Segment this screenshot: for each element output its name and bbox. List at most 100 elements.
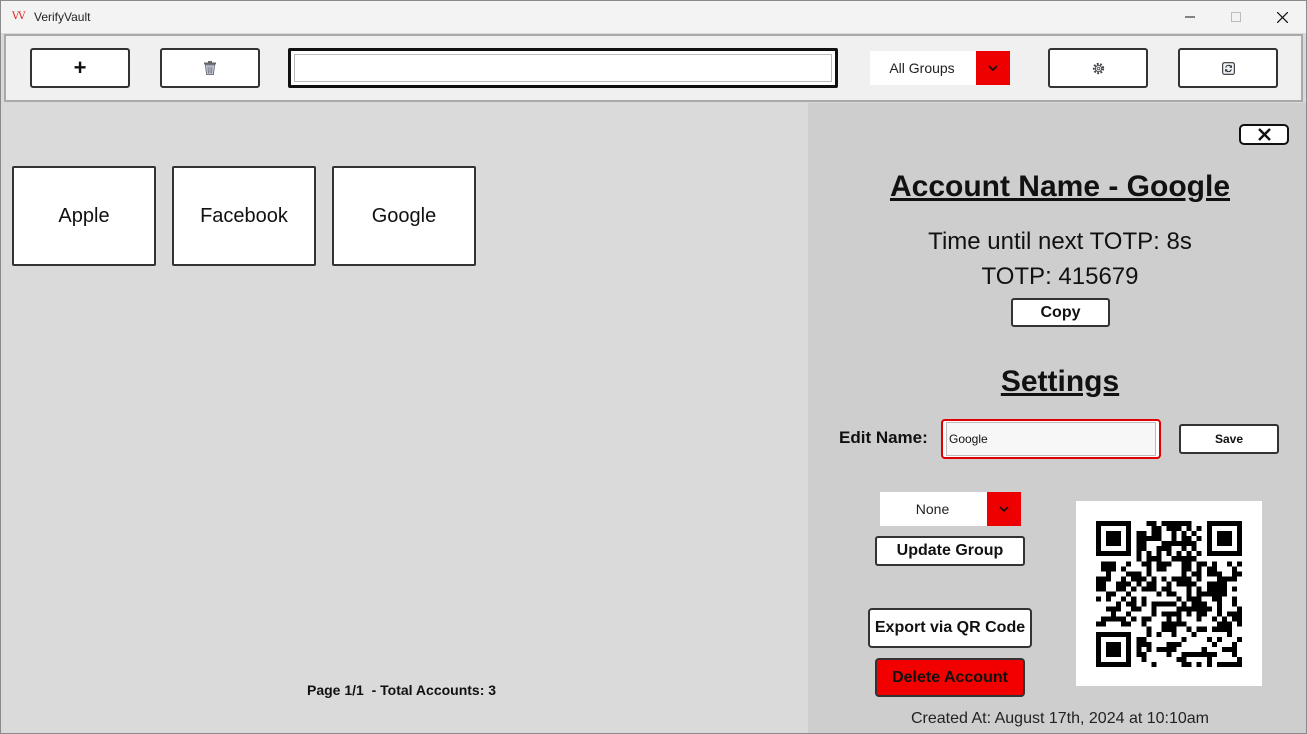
qr-module [1111, 561, 1117, 567]
qr-module [1211, 521, 1217, 527]
qr-module [1176, 521, 1182, 527]
minimize-icon [1185, 16, 1195, 18]
qr-module [1226, 611, 1232, 617]
qr-module [1116, 521, 1122, 527]
qr-module [1171, 576, 1177, 582]
qr-module [1101, 521, 1107, 527]
qr-module [1236, 526, 1242, 532]
qr-module [1146, 556, 1152, 562]
add-account-button[interactable]: + [30, 48, 130, 88]
delete-account-button[interactable]: Delete Account [875, 658, 1025, 697]
qr-module [1126, 611, 1132, 617]
qr-module [1186, 651, 1192, 657]
settings-button[interactable] [1048, 48, 1148, 88]
group-filter-select[interactable]: All Groups [870, 51, 1010, 85]
account-group-select[interactable]: None [880, 492, 1021, 526]
qr-module [1181, 621, 1187, 627]
qr-module [1176, 611, 1182, 617]
qr-module [1221, 581, 1227, 587]
qr-module [1236, 606, 1242, 612]
qr-module [1116, 646, 1122, 652]
qr-module [1136, 636, 1142, 642]
qr-module [1181, 656, 1187, 662]
qr-module [1141, 651, 1147, 657]
qr-module [1211, 581, 1217, 587]
qr-module [1136, 641, 1142, 647]
qr-module [1186, 576, 1192, 582]
qr-module [1216, 531, 1222, 537]
qr-module [1161, 561, 1167, 567]
qr-module [1176, 606, 1182, 612]
qr-module [1166, 621, 1172, 627]
account-detail-panel: Account Name - Google Time until next TO… [808, 103, 1306, 733]
qr-module [1166, 581, 1172, 587]
qr-module [1136, 551, 1142, 557]
qr-module [1121, 621, 1127, 627]
qr-module [1166, 616, 1172, 622]
created-at: Created At: August 17th, 2024 at 10:10am [911, 710, 1209, 727]
qr-module [1111, 641, 1117, 647]
qr-module [1136, 531, 1142, 537]
qr-module [1201, 561, 1207, 567]
qr-module [1096, 541, 1102, 547]
update-group-button[interactable]: Update Group [875, 536, 1025, 566]
qr-module [1131, 606, 1137, 612]
qr-module [1186, 566, 1192, 572]
export-qr-button[interactable]: Export via QR Code [868, 608, 1032, 648]
qr-module [1171, 641, 1177, 647]
qr-module [1181, 581, 1187, 587]
edit-name-input[interactable]: Google [941, 419, 1161, 459]
qr-module [1151, 526, 1157, 532]
qr-module [1226, 646, 1232, 652]
qr-module [1206, 536, 1212, 542]
maximize-button[interactable] [1213, 1, 1259, 33]
search-input[interactable] [288, 48, 838, 88]
account-card-apple[interactable]: Apple [12, 166, 156, 266]
close-panel-button[interactable] [1239, 124, 1289, 145]
save-button[interactable]: Save [1179, 424, 1279, 454]
account-card-facebook[interactable]: Facebook [172, 166, 316, 266]
edit-name-field[interactable]: Google [946, 422, 1156, 456]
qr-module [1186, 661, 1192, 667]
group-filter-dropdown-button[interactable] [976, 51, 1010, 85]
copy-button[interactable]: Copy [1011, 298, 1110, 327]
account-group-dropdown-button[interactable] [987, 492, 1021, 526]
account-card-google[interactable]: Google [332, 166, 476, 266]
qr-module [1146, 581, 1152, 587]
qr-module [1201, 626, 1207, 632]
qr-module [1221, 626, 1227, 632]
qr-module [1101, 661, 1107, 667]
qr-module [1191, 596, 1197, 602]
qr-module [1096, 661, 1102, 667]
refresh-button[interactable] [1178, 48, 1278, 88]
qr-module [1171, 536, 1177, 542]
qr-module [1216, 586, 1222, 592]
qr-module [1156, 591, 1162, 597]
qr-module [1101, 551, 1107, 557]
search-field[interactable] [294, 54, 832, 82]
account-title: Account Name - Google [889, 170, 1231, 203]
toolbar: + All Groups [4, 34, 1303, 102]
title-bar: VV VerifyVault [1, 1, 1306, 33]
qr-module [1206, 636, 1212, 642]
delete-button[interactable] [160, 48, 260, 88]
qr-module [1111, 591, 1117, 597]
qr-module [1196, 661, 1202, 667]
close-window-button[interactable] [1259, 1, 1305, 33]
qr-module [1231, 551, 1237, 557]
qr-module [1156, 631, 1162, 637]
qr-code [1076, 501, 1262, 686]
qr-module [1161, 601, 1167, 607]
qr-module [1146, 571, 1152, 577]
qr-module [1126, 521, 1132, 527]
qr-module [1126, 536, 1132, 542]
qr-module [1181, 576, 1187, 582]
minimize-button[interactable] [1167, 1, 1213, 33]
qr-module [1096, 546, 1102, 552]
qr-module [1216, 606, 1222, 612]
qr-module [1201, 606, 1207, 612]
qr-module [1106, 561, 1112, 567]
qr-module [1111, 551, 1117, 557]
qr-module [1181, 561, 1187, 567]
qr-module [1231, 571, 1237, 577]
